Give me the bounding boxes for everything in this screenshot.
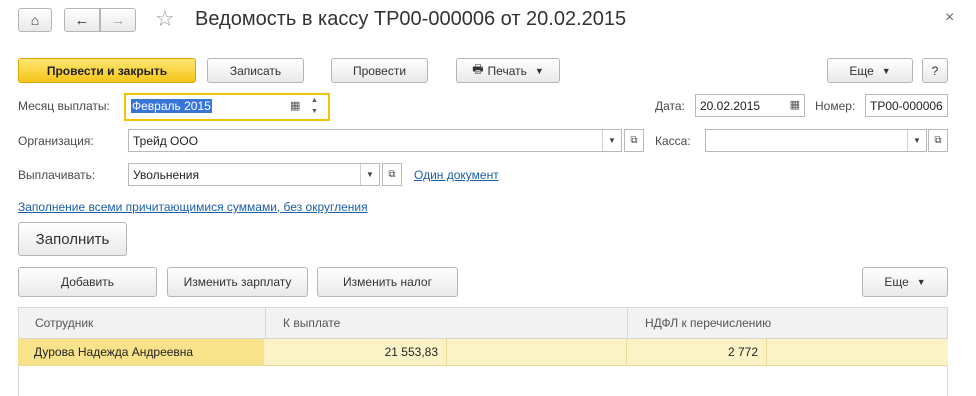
calendar-icon[interactable]: ▦ [290,99,300,112]
table-more-button[interactable]: Еще ▼ [862,267,948,297]
table-header: Сотрудник К выплате НДФЛ к перечислению [18,307,948,339]
help-button[interactable]: ? [922,58,948,83]
date-value: 20.02.2015 [700,98,761,113]
month-value: Февраль 2015 [131,99,212,113]
open-cashbox-button[interactable]: ⧉ [928,129,948,152]
open-icon: ⧉ [388,169,396,180]
number-value: ТР00-000006 [870,98,943,113]
chevron-down-icon: ▼ [916,277,926,287]
add-button[interactable]: Добавить [18,267,157,297]
print-label: Печать [487,63,527,78]
column-header-payment[interactable]: К выплате [275,308,575,338]
favorite-star-icon[interactable]: ☆ [155,6,175,32]
column-header-employee[interactable]: Сотрудник [27,308,267,338]
stepper-icon[interactable]: ▲ ▼ [311,95,318,117]
change-tax-button[interactable]: Изменить налог [317,267,458,297]
chevron-down-icon: ▼ [881,65,891,76]
page-title: Ведомость в кассу ТР00-000006 от 20.02.2… [195,8,627,30]
org-field[interactable]: Трейд ООО ▼ [128,129,622,152]
fill-mode-link[interactable]: Заполнение всеми причитающимися суммами,… [18,200,368,214]
printer-icon: 🖶 [472,62,484,76]
post-and-close-button[interactable]: Провести и закрыть [18,58,196,83]
cell-employee: Дурова Надежда Андреевна [18,339,264,365]
open-org-button[interactable]: ⧉ [624,129,644,152]
number-label: Номер: [815,99,856,113]
month-field[interactable]: Февраль 2015 ▦ ▲ ▼ [124,93,330,121]
post-button[interactable]: Провести [331,58,428,83]
cell-ndfl: 2 772 [727,345,758,359]
chevron-down-icon: ▼ [534,65,544,76]
change-salary-button[interactable]: Изменить зарплату [167,267,308,297]
table-body-border [18,366,948,396]
open-icon: ⧉ [934,135,942,146]
back-button[interactable]: ← [64,8,100,32]
more-button[interactable]: Еще ▼ [827,58,913,83]
org-label: Организация: [18,134,94,148]
open-pay-button[interactable]: ⧉ [382,163,402,186]
cell-payment: 21 553,83 [384,345,438,359]
close-icon[interactable]: × [945,9,954,27]
print-button[interactable]: 🖶 Печать ▼ [456,58,560,83]
number-field[interactable]: ТР00-000006 [865,94,948,117]
pay-field[interactable]: Увольнения ▼ [128,163,380,186]
date-field[interactable]: 20.02.2015 ▦ [695,94,805,117]
date-label: Дата: [655,99,685,113]
org-value: Трейд ООО [133,133,199,148]
pay-label: Выплачивать: [18,168,96,182]
more-label: Еще [849,63,874,78]
fill-button[interactable]: Заполнить [18,222,127,256]
chevron-down-icon[interactable]: ▼ [360,164,379,185]
table-row[interactable]: Дурова Надежда Андреевна 21 553,83 2 772 [18,339,948,366]
forward-button[interactable]: → [100,8,136,32]
chevron-down-icon[interactable]: ▼ [602,130,621,151]
open-icon: ⧉ [630,135,638,146]
cashbox-field[interactable]: ▼ [705,129,927,152]
chevron-down-icon[interactable]: ▼ [907,130,926,151]
arrow-right-icon: → [110,11,126,29]
cashbox-label: Касса: [655,134,691,148]
home-icon: ⌂ [30,12,40,28]
calendar-icon[interactable]: ▦ [790,98,800,111]
pay-value: Увольнения [133,167,199,182]
arrow-left-icon: ← [74,11,90,29]
month-label: Месяц выплаты: [18,99,110,113]
save-button[interactable]: Записать [207,58,304,83]
table-more-label: Еще [884,275,909,289]
home-button[interactable]: ⌂ [18,8,52,32]
one-document-link[interactable]: Один документ [414,168,499,182]
column-header-ndfl[interactable]: НДФЛ к перечислению [637,308,937,338]
